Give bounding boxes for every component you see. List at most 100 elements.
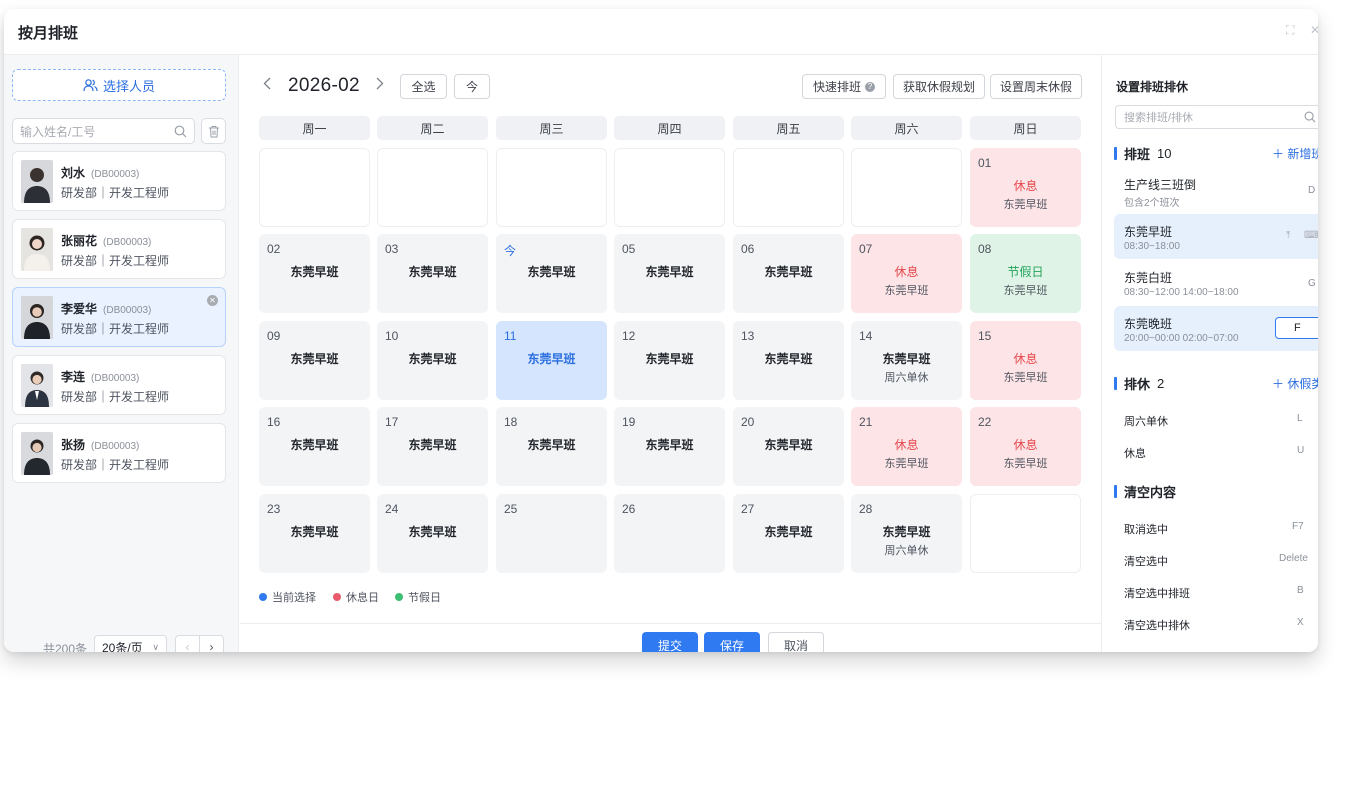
select-all-button[interactable]: 全选 [400,74,447,99]
shift-item[interactable]: 东莞白班 08:30~12:00 14:00~18:00 G [1114,260,1318,305]
submit-button[interactable]: 提交 [642,632,698,652]
day-cell[interactable]: 23 东莞早班 [259,494,370,573]
delete-button[interactable] [201,118,226,144]
day-number: 14 [859,329,873,343]
day-cell[interactable]: 19 东莞早班 [614,407,725,486]
cancel-button[interactable]: 取消 [768,632,824,652]
rest-item[interactable]: 周六单休 L [1124,413,1318,429]
clear-name: 清空选中排班 [1124,588,1190,600]
day-main-label: 东莞早班 [408,525,457,539]
day-cell[interactable]: 今东莞早班 [496,234,607,313]
section-bar [1114,485,1117,498]
day-cell[interactable]: 26 [614,494,725,573]
clear-item[interactable]: 清空选中排休 X [1124,617,1318,633]
day-cell-holiday[interactable]: 08 节假日 东莞早班 [970,234,1081,313]
keyboard-icon[interactable]: ⌨ [1304,230,1318,241]
day-cell[interactable]: 14 东莞早班 周六单休 [851,321,962,400]
day-main-label: 休息 [1013,179,1038,193]
day-cell[interactable]: 17 东莞早班 [377,407,488,486]
pin-top-icon[interactable]: ⤒ [1286,230,1290,241]
fullscreen-icon[interactable]: ⛶ [1286,23,1294,37]
empty-cell [496,148,607,227]
day-cell[interactable]: 12 东莞早班 [614,321,725,400]
day-cell[interactable]: 25 [496,494,607,573]
day-cell-rest[interactable]: 07 休息 东莞早班 [851,234,962,313]
chevron-right-icon: › [209,640,214,652]
quick-schedule-button[interactable]: 快速排班? [802,74,886,99]
person-card-selected[interactable]: 李爱华 (DB00003) 研发部｜开发工程师 ✕ [12,287,226,347]
day-number: 17 [385,415,399,429]
person-card[interactable]: 李连 (DB00003) 研发部｜开发工程师 [12,355,226,415]
shift-name: 东莞晚班 [1124,317,1173,331]
next-page-button[interactable]: › [199,635,224,652]
remove-person-icon[interactable]: ✕ [207,295,218,306]
day-main-label: 休息 [1013,352,1038,366]
day-cell[interactable]: 06 东莞早班 [733,234,844,313]
select-people-button[interactable]: 选择人员 [12,69,226,101]
day-cell[interactable]: 03 东莞早班 [377,234,488,313]
shift-section-header: 排班 10 [1114,144,1171,163]
search-icon [174,125,187,137]
person-card[interactable]: 刘水 (DB00003) 研发部｜开发工程师 [12,151,226,211]
clear-item[interactable]: 取消选中 F7 [1124,521,1318,537]
day-cell-rest[interactable]: 01 休息 东莞早班 [970,148,1081,227]
add-rest-label: 休假类 [1287,377,1318,391]
users-icon [83,78,98,91]
day-cell[interactable]: 28 东莞早班 周六单休 [851,494,962,573]
day-sub-label: 周六单休 [884,545,929,557]
day-cell[interactable]: 16 东莞早班 [259,407,370,486]
shift-shortcut: D [1308,185,1316,196]
day-cell-rest[interactable]: 21 休息 东莞早班 [851,407,962,486]
today-button[interactable]: 今 [454,74,490,99]
day-main-label: 东莞早班 [290,265,339,279]
shift-search-input[interactable]: 搜索排班/排休 [1115,105,1318,129]
day-cell[interactable]: 02 东莞早班 [259,234,370,313]
clear-shortcut: X [1297,617,1304,628]
shift-item-hover[interactable]: 东莞早班 08:30~18:00 ⤒ ⌨ [1114,214,1318,259]
day-cell[interactable]: 13 东莞早班 [733,321,844,400]
people-search-input[interactable]: 输入姓名/工号 [12,118,195,144]
day-cell-rest[interactable]: 22 休息 东莞早班 [970,407,1081,486]
day-cell[interactable]: 18 东莞早班 [496,407,607,486]
save-button[interactable]: 保存 [704,632,760,652]
shift-item[interactable]: 生产线三班倒 包含2个班次 D [1114,167,1318,212]
prev-page-button[interactable]: ‹ [175,635,200,652]
plus-icon: ＋ [1272,377,1285,391]
day-cell-selected[interactable]: 11 东莞早班 [496,321,607,400]
clear-item[interactable]: 清空选中排班 B [1124,585,1318,601]
add-rest-type-button[interactable]: ＋ 休假类 [1272,375,1318,392]
shift-name: 东莞早班 [1124,225,1173,239]
page-size-select[interactable]: 20条/页 ∨ [94,635,167,652]
chevron-left-icon: ‹ [185,640,190,652]
shortcut-input[interactable]: F [1275,317,1318,339]
shift-item-editing[interactable]: 东莞晚班 20:00~00:00 02:00~07:00 F [1114,306,1318,351]
day-number: 27 [741,502,755,516]
day-main-label: 东莞早班 [290,525,339,539]
day-cell-rest[interactable]: 15 休息 东莞早班 [970,321,1081,400]
add-shift-label: 新增班 [1287,147,1318,161]
prev-month-button[interactable] [263,77,271,93]
clear-item[interactable]: 清空选中 Delete [1124,553,1318,569]
day-cell[interactable]: 10 东莞早班 [377,321,488,400]
select-people-label: 选择人员 [102,78,155,94]
person-card[interactable]: 张扬 (DB00003) 研发部｜开发工程师 [12,423,226,483]
day-number: 03 [385,242,399,256]
get-holiday-plan-button[interactable]: 获取休假规划 [893,74,985,99]
next-month-button[interactable] [376,77,384,93]
day-cell[interactable]: 09 东莞早班 [259,321,370,400]
clear-shortcut: F7 [1292,521,1304,532]
add-shift-button[interactable]: ＋ 新增班 [1272,145,1318,162]
set-weekend-button[interactable]: 设置周末休假 [990,74,1082,99]
day-cell[interactable]: 24 东莞早班 [377,494,488,573]
person-dept: 研发部｜开发工程师 [61,186,170,200]
day-cell[interactable]: 20 东莞早班 [733,407,844,486]
rest-item[interactable]: 休息 U [1124,445,1318,461]
day-cell[interactable]: 05 东莞早班 [614,234,725,313]
day-cell[interactable]: 27 东莞早班 [733,494,844,573]
person-name: 张扬 (DB00003) [61,438,140,452]
day-number: 09 [267,329,281,343]
person-dept: 研发部｜开发工程师 [61,390,170,404]
shift-panel: 设置排班排休 搜索排班/排休 排班 10 ＋ 新增班 生产线三班倒 包含2个班次… [1101,55,1318,652]
close-icon[interactable]: ✕ [1310,23,1318,37]
person-card[interactable]: 张丽花 (DB00003) 研发部｜开发工程师 [12,219,226,279]
